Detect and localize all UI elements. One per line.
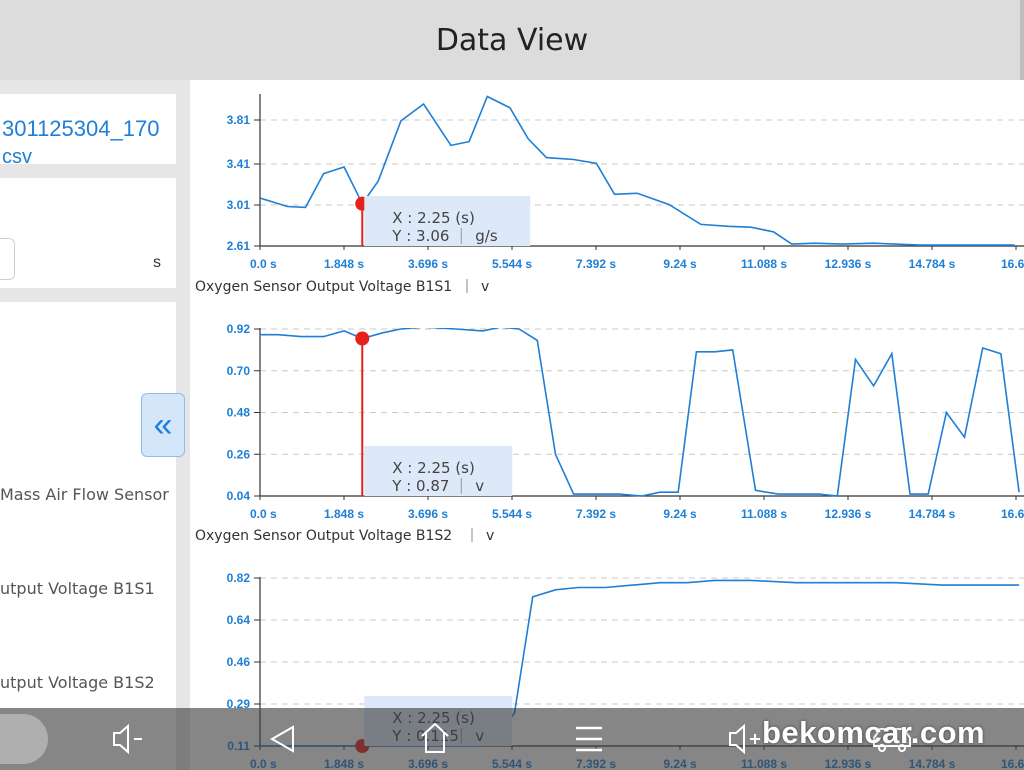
file-extension: csv xyxy=(2,146,32,168)
x-tick-label: 11.088 s xyxy=(741,507,787,521)
y-tick-label: 2.61 xyxy=(227,239,251,253)
x-tick-label: 14.784 s xyxy=(909,257,956,271)
watermark: bekomcar.com xyxy=(762,715,986,750)
x-tick-label: 3.696 s xyxy=(408,257,448,271)
x-tick-label: 3.696 s xyxy=(408,507,448,521)
y-tick-label: 0.46 xyxy=(227,655,251,669)
chart-title: Oxygen Sensor Output Voltage B1S1 xyxy=(195,279,452,295)
list-item-mass-air-flow[interactable]: Mass Air Flow Sensor xyxy=(0,485,169,504)
y-tick-label: 0.04 xyxy=(227,489,251,503)
chart-1: 3.81 3.41 3.01 2.61 0.0 s 1.848 s 3.696 s 5.544… xyxy=(227,94,1024,271)
x-tick-label: 11.088 s xyxy=(741,257,787,271)
menu-icon[interactable] xyxy=(572,708,606,770)
chart-unit: v xyxy=(481,279,489,295)
x-tick-label: 7.392 s xyxy=(576,257,616,271)
y-tick-label: 0.92 xyxy=(227,322,251,336)
chart-unit: v xyxy=(486,528,494,544)
tooltip-x-value: X : 2.25 (s) xyxy=(392,209,475,227)
tooltip-unit: g/s xyxy=(475,227,498,245)
x-tick-label: 5.544 s xyxy=(492,507,532,521)
x-tick-label: 1.848 s xyxy=(324,257,364,271)
x-tick-label: 0.0 s xyxy=(250,257,277,271)
x-tick-label: 12.936 s xyxy=(825,507,872,521)
collapse-panel-button[interactable]: « xyxy=(141,393,185,457)
nav-pill[interactable] xyxy=(0,714,48,764)
file-name: 301125304_170 xyxy=(2,116,160,141)
x-tick-label: 1.848 s xyxy=(324,507,364,521)
tooltip-x-value: X : 2.25 (s) xyxy=(392,459,475,477)
x-tick-label: 16.63 xyxy=(1001,257,1024,271)
pid-list: Mass Air Flow Sensor utput Voltage B1S1 … xyxy=(0,302,176,770)
x-tick-label: 12.936 s xyxy=(825,257,872,271)
y-tick-label: 0.70 xyxy=(227,364,251,378)
chart-title: Oxygen Sensor Output Voltage B1S2 xyxy=(195,528,452,544)
page-title: Data View xyxy=(435,22,589,58)
x-tick-label: 14.784 s xyxy=(909,507,956,521)
back-icon[interactable] xyxy=(266,708,300,770)
chart-2: Oxygen Sensor Output Voltage B1S1 v 0.92 0.… xyxy=(195,279,1024,521)
y-tick-label: 0.64 xyxy=(227,613,251,627)
home-icon[interactable] xyxy=(418,708,452,770)
top-bar-edge xyxy=(1020,0,1024,80)
y-tick-label: 3.41 xyxy=(227,157,251,171)
list-item-o2-b1s2[interactable]: utput Voltage B1S2 xyxy=(0,673,155,692)
time-unit-label: s xyxy=(153,254,161,271)
x-tick-label: 7.392 s xyxy=(576,507,616,521)
tooltip-y-value: Y : 3.06 xyxy=(391,227,449,245)
tooltip-unit: v xyxy=(475,477,484,495)
y-tick-label: 0.26 xyxy=(227,447,251,461)
file-card[interactable]: 301125304_170 csv xyxy=(0,94,176,168)
x-tick-label: 16.63 xyxy=(1001,507,1024,521)
time-card: s xyxy=(0,178,176,288)
y-tick-label: 3.01 xyxy=(227,198,251,212)
tooltip-y-value: Y : 0.87 xyxy=(391,477,449,495)
x-tick-label: 5.544 s xyxy=(492,257,532,271)
x-tick-label: 0.0 s xyxy=(250,507,277,521)
charts-area: 3.81 3.41 3.01 2.61 0.0 s 1.848 s 3.696 s 5.544… xyxy=(195,94,1024,770)
y-tick-label: 0.82 xyxy=(227,571,251,585)
y-tick-label: 3.81 xyxy=(227,113,251,127)
time-input[interactable] xyxy=(0,238,15,280)
top-bar: Data View xyxy=(0,0,1024,80)
x-tick-label: 9.24 s xyxy=(663,257,697,271)
x-tick-label: 9.24 s xyxy=(663,507,697,521)
list-item-o2-b1s1[interactable]: utput Voltage B1S1 xyxy=(0,579,155,598)
y-tick-label: 0.48 xyxy=(227,406,251,420)
volume-down-icon[interactable] xyxy=(108,708,148,770)
cursor-point[interactable] xyxy=(355,331,370,346)
